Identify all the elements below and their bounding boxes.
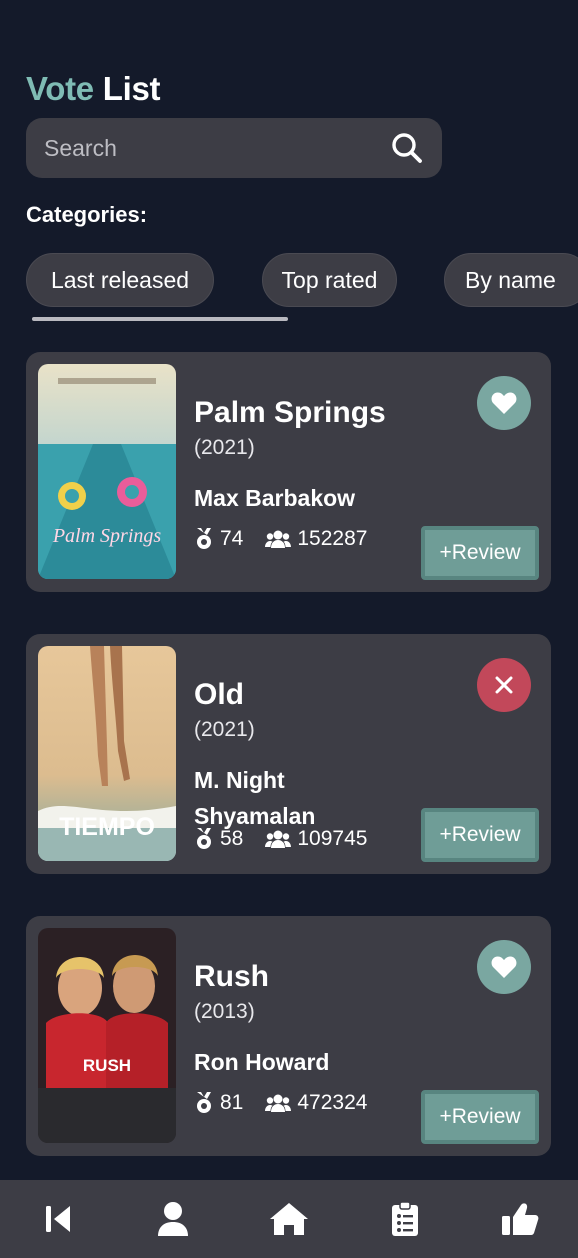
search-icon[interactable] [390,131,424,165]
favorite-button[interactable] [477,940,531,994]
movie-stats: 81 472324 [194,1091,389,1115]
movie-year: (2021) [194,436,255,459]
movie-stats: 58 109745 [194,827,389,851]
favorite-button[interactable] [477,376,531,430]
tab-by-name[interactable]: By name [444,253,578,307]
nav-home[interactable] [259,1189,319,1249]
poster-caption: TIEMPO [59,813,155,841]
title-accent: Vote [26,70,94,107]
medal-icon [197,1092,211,1113]
search-input[interactable] [44,134,390,162]
clipboard-list-icon [391,1201,418,1236]
votes-value: 472324 [297,1091,368,1114]
users-icon [265,830,292,848]
add-review-button[interactable]: +Review [421,808,539,862]
score-stat: 58 [194,827,243,851]
tab-top-rated[interactable]: Top rated [262,253,397,307]
page-title: Vote List [26,70,161,108]
movie-stats: 74 152287 [194,527,389,551]
users-icon [265,1094,292,1112]
heart-icon [491,392,517,414]
users-icon [265,530,292,548]
movie-director: Ron Howard [194,1049,330,1075]
movie-card: RUSH Rush (2013) Ron Howard 81 472324 +R… [26,916,551,1156]
movie-poster[interactable]: RUSH [38,928,176,1143]
movie-poster[interactable]: TIEMPO [38,646,176,861]
category-tabs: Last released Top rated By name [0,253,578,309]
poster-caption: RUSH [83,1056,131,1075]
movie-director: M. Night Shyamalan [194,767,316,829]
score-stat: 74 [194,527,243,551]
add-review-button[interactable]: +Review [421,526,539,580]
votes-stat: 109745 [265,827,367,851]
movie-title[interactable]: Palm Springs [194,396,386,430]
movie-year: (2021) [194,718,255,741]
nav-tasks[interactable] [375,1189,435,1249]
user-icon [158,1202,189,1236]
medal-icon [197,828,211,849]
votes-stat: 152287 [265,527,367,551]
movie-director: Max Barbakow [194,485,356,511]
votes-value: 152287 [297,527,368,550]
home-icon [269,1203,308,1235]
bottom-navigation [0,1180,578,1258]
movie-card: Palm Springs Palm Springs (2021) Max Bar… [26,352,551,592]
back-icon [45,1206,70,1232]
movie-title[interactable]: Rush [194,960,269,994]
close-icon [495,676,513,694]
votes-value: 109745 [297,827,368,850]
remove-favorite-button[interactable] [477,658,531,712]
score-value: 81 [220,1091,244,1114]
title-rest: List [102,70,161,107]
tab-last-released[interactable]: Last released [26,253,214,307]
movie-year: (2013) [194,1000,255,1023]
votes-stat: 472324 [265,1091,367,1115]
poster-caption: Palm Springs [52,525,162,547]
heart-icon [491,956,517,978]
categories-label: Categories: [26,202,148,227]
thumbs-up-icon [502,1203,539,1235]
active-tab-indicator [32,317,288,321]
nav-profile[interactable] [143,1189,203,1249]
medal-icon [197,528,211,549]
nav-votes[interactable] [490,1189,550,1249]
movie-poster[interactable]: Palm Springs [38,364,176,579]
nav-back[interactable] [28,1189,88,1249]
score-value: 58 [220,827,244,850]
score-stat: 81 [194,1091,243,1115]
movie-card: TIEMPO Old (2021) M. Night Shyamalan 58 … [26,634,551,874]
movie-title[interactable]: Old [194,678,244,712]
add-review-button[interactable]: +Review [421,1090,539,1144]
score-value: 74 [220,527,244,550]
search-bar[interactable] [26,118,442,178]
